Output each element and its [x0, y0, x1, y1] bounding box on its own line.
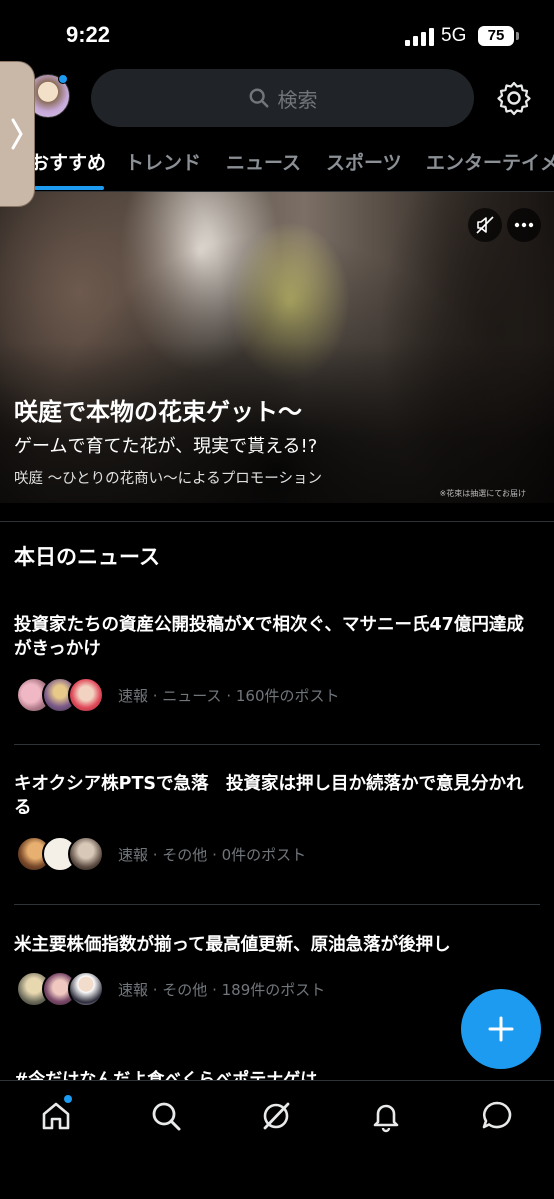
search-icon	[249, 88, 269, 108]
home-notification-dot	[64, 1095, 72, 1103]
search-placeholder: 検索	[277, 87, 318, 112]
promo-title: 咲庭で本物の花束ゲット～	[14, 398, 302, 426]
mute-button[interactable]	[468, 208, 502, 242]
message-icon[interactable]	[480, 1099, 514, 1133]
promoted-video-card[interactable]: 咲庭で本物の花束ゲット～ ゲームで育てた花が、現実で貰える!? 咲庭 ～ひとりの…	[0, 192, 554, 503]
status-bar: 9:22 5G 75	[0, 0, 554, 70]
tab-recommended[interactable]: おすすめ	[30, 148, 106, 175]
avatar	[68, 971, 104, 1007]
poster-avatars	[16, 677, 106, 713]
mute-icon	[476, 216, 494, 234]
news-divider	[14, 744, 540, 745]
news-meta: 速報 · その他 · 189件のポスト	[118, 981, 326, 999]
bell-icon[interactable]	[369, 1099, 403, 1133]
section-title: 本日のニュース	[14, 545, 160, 569]
more-icon	[514, 222, 534, 228]
tab-entertainment[interactable]: エンターテイメ	[426, 148, 554, 175]
news-meta: 速報 · ニュース · 160件のポスト	[118, 687, 340, 705]
grok-icon[interactable]	[259, 1099, 293, 1133]
status-time: 9:22	[66, 22, 111, 47]
side-panel-handle[interactable]	[0, 62, 34, 206]
search-nav-icon[interactable]	[149, 1099, 183, 1133]
promo-subtitle: ゲームで育てた花が、現実で貰える!?	[14, 436, 318, 457]
signal-icon	[405, 28, 434, 46]
poster-avatars	[16, 971, 106, 1007]
news-headline: 米主要株価指数が揃って最高値更新、原油急落が後押し	[14, 935, 451, 955]
gear-icon[interactable]	[496, 80, 532, 116]
explore-tabs: おすすめ トレンド ニュース スポーツ エンターテイメ	[0, 132, 554, 192]
tab-sports[interactable]: スポーツ	[326, 148, 402, 175]
news-divider	[14, 904, 540, 905]
trend-peek-text[interactable]: #今だけなんだよ食べくらべポテナゲは	[14, 1068, 317, 1080]
network-type: 5G	[441, 25, 467, 46]
more-options-button[interactable]	[507, 208, 541, 242]
news-meta: 速報 · その他 · 0件のポスト	[118, 846, 307, 864]
poster-avatars	[16, 836, 106, 872]
search-bar[interactable]: 検索	[91, 69, 474, 127]
compose-button[interactable]	[461, 989, 541, 1069]
chevron-right-icon	[11, 118, 23, 150]
battery-indicator: 75	[478, 26, 519, 46]
home-icon[interactable]	[39, 1099, 73, 1133]
section-divider	[0, 521, 554, 522]
avatar	[68, 677, 104, 713]
promo-sponsor[interactable]: 咲庭 ～ひとりの花商い～によるプロモーション	[14, 467, 322, 488]
plus-icon	[488, 1016, 514, 1042]
news-headline: 投資家たちの資産公開投稿がXで相次ぐ、マサニー氏47億円達成がきっかけ	[14, 615, 524, 659]
notification-dot	[58, 74, 68, 84]
tab-trending[interactable]: トレンド	[125, 148, 201, 175]
top-header: 検索	[0, 66, 554, 132]
avatar	[68, 836, 104, 872]
bottom-navigation	[0, 1080, 554, 1199]
active-tab-indicator	[34, 186, 104, 190]
promo-note: ※花束は抽選にてお届け	[439, 489, 526, 498]
tab-news[interactable]: ニュース	[226, 148, 301, 175]
news-headline: キオクシア株PTSで急落 投資家は押し目か続落かで意見分かれる	[14, 774, 524, 818]
